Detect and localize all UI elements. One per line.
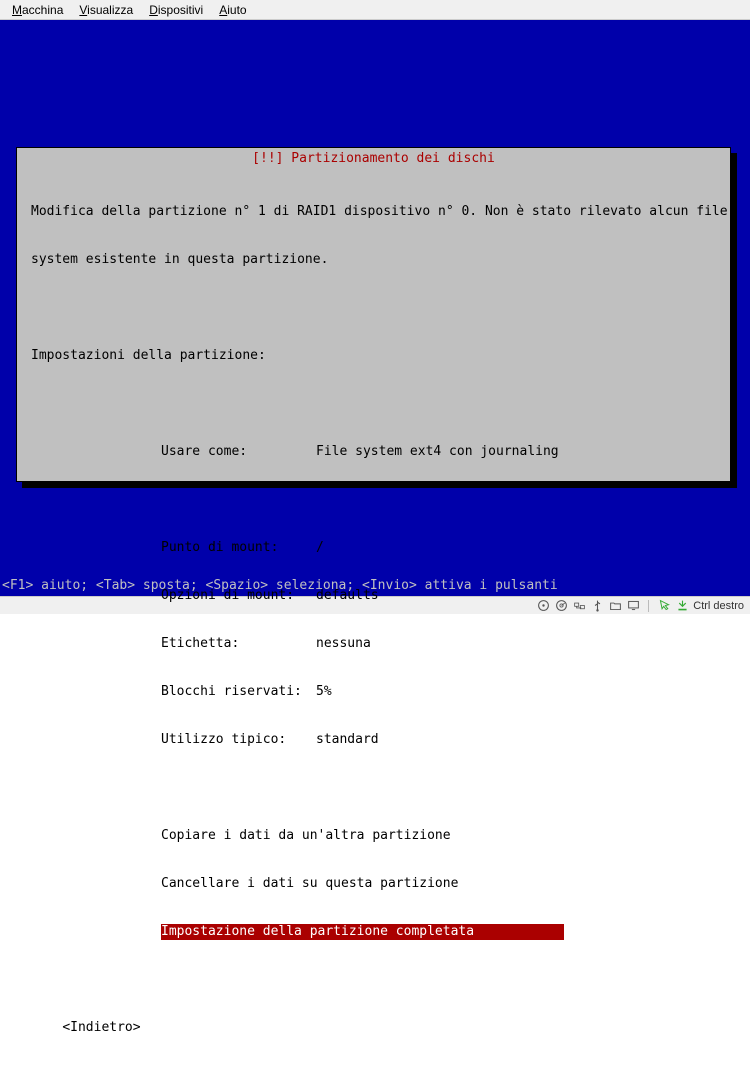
action-copy-data[interactable]: Copiare i dati da un'altra partizione (31, 828, 716, 844)
menu-visualizza[interactable]: Visualizza (71, 1, 141, 19)
action-erase-data[interactable]: Cancellare i dati su questa partizione (31, 876, 716, 892)
setting-label[interactable]: Etichetta:nessuna (31, 636, 716, 652)
setting-mount-point[interactable]: Punto di mount:/ (31, 540, 716, 556)
intro-text: Modifica della partizione n° 1 di RAID1 … (31, 204, 716, 220)
menu-macchina[interactable]: Macchina (4, 1, 71, 19)
setting-typical-usage[interactable]: Utilizzo tipico:standard (31, 732, 716, 748)
menu-aiuto[interactable]: Aiuto (211, 1, 254, 19)
dialog-title: [!!] Partizionamento dei dischi (248, 151, 499, 166)
menu-dispositivi[interactable]: Dispositivi (141, 1, 211, 19)
partition-dialog: [!!] Partizionamento dei dischi Modifica… (16, 147, 731, 482)
footer-help: <F1> aiuto; <Tab> sposta; <Spazio> selez… (0, 578, 558, 594)
intro-text: system esistente in questa partizione. (31, 252, 716, 268)
back-button[interactable]: <Indietro> (31, 1020, 716, 1036)
settings-heading: Impostazioni della partizione: (31, 348, 716, 364)
vm-menubar: Macchina Visualizza Dispositivi Aiuto (0, 0, 750, 20)
setting-use-as[interactable]: Usare come:File system ext4 con journali… (31, 444, 716, 460)
setting-blank (31, 492, 716, 508)
action-done-setting-up[interactable]: Impostazione della partizione completata (31, 924, 716, 940)
setting-reserved-blocks[interactable]: Blocchi riservati:5% (31, 684, 716, 700)
installer-terminal: [!!] Partizionamento dei dischi Modifica… (0, 20, 750, 596)
